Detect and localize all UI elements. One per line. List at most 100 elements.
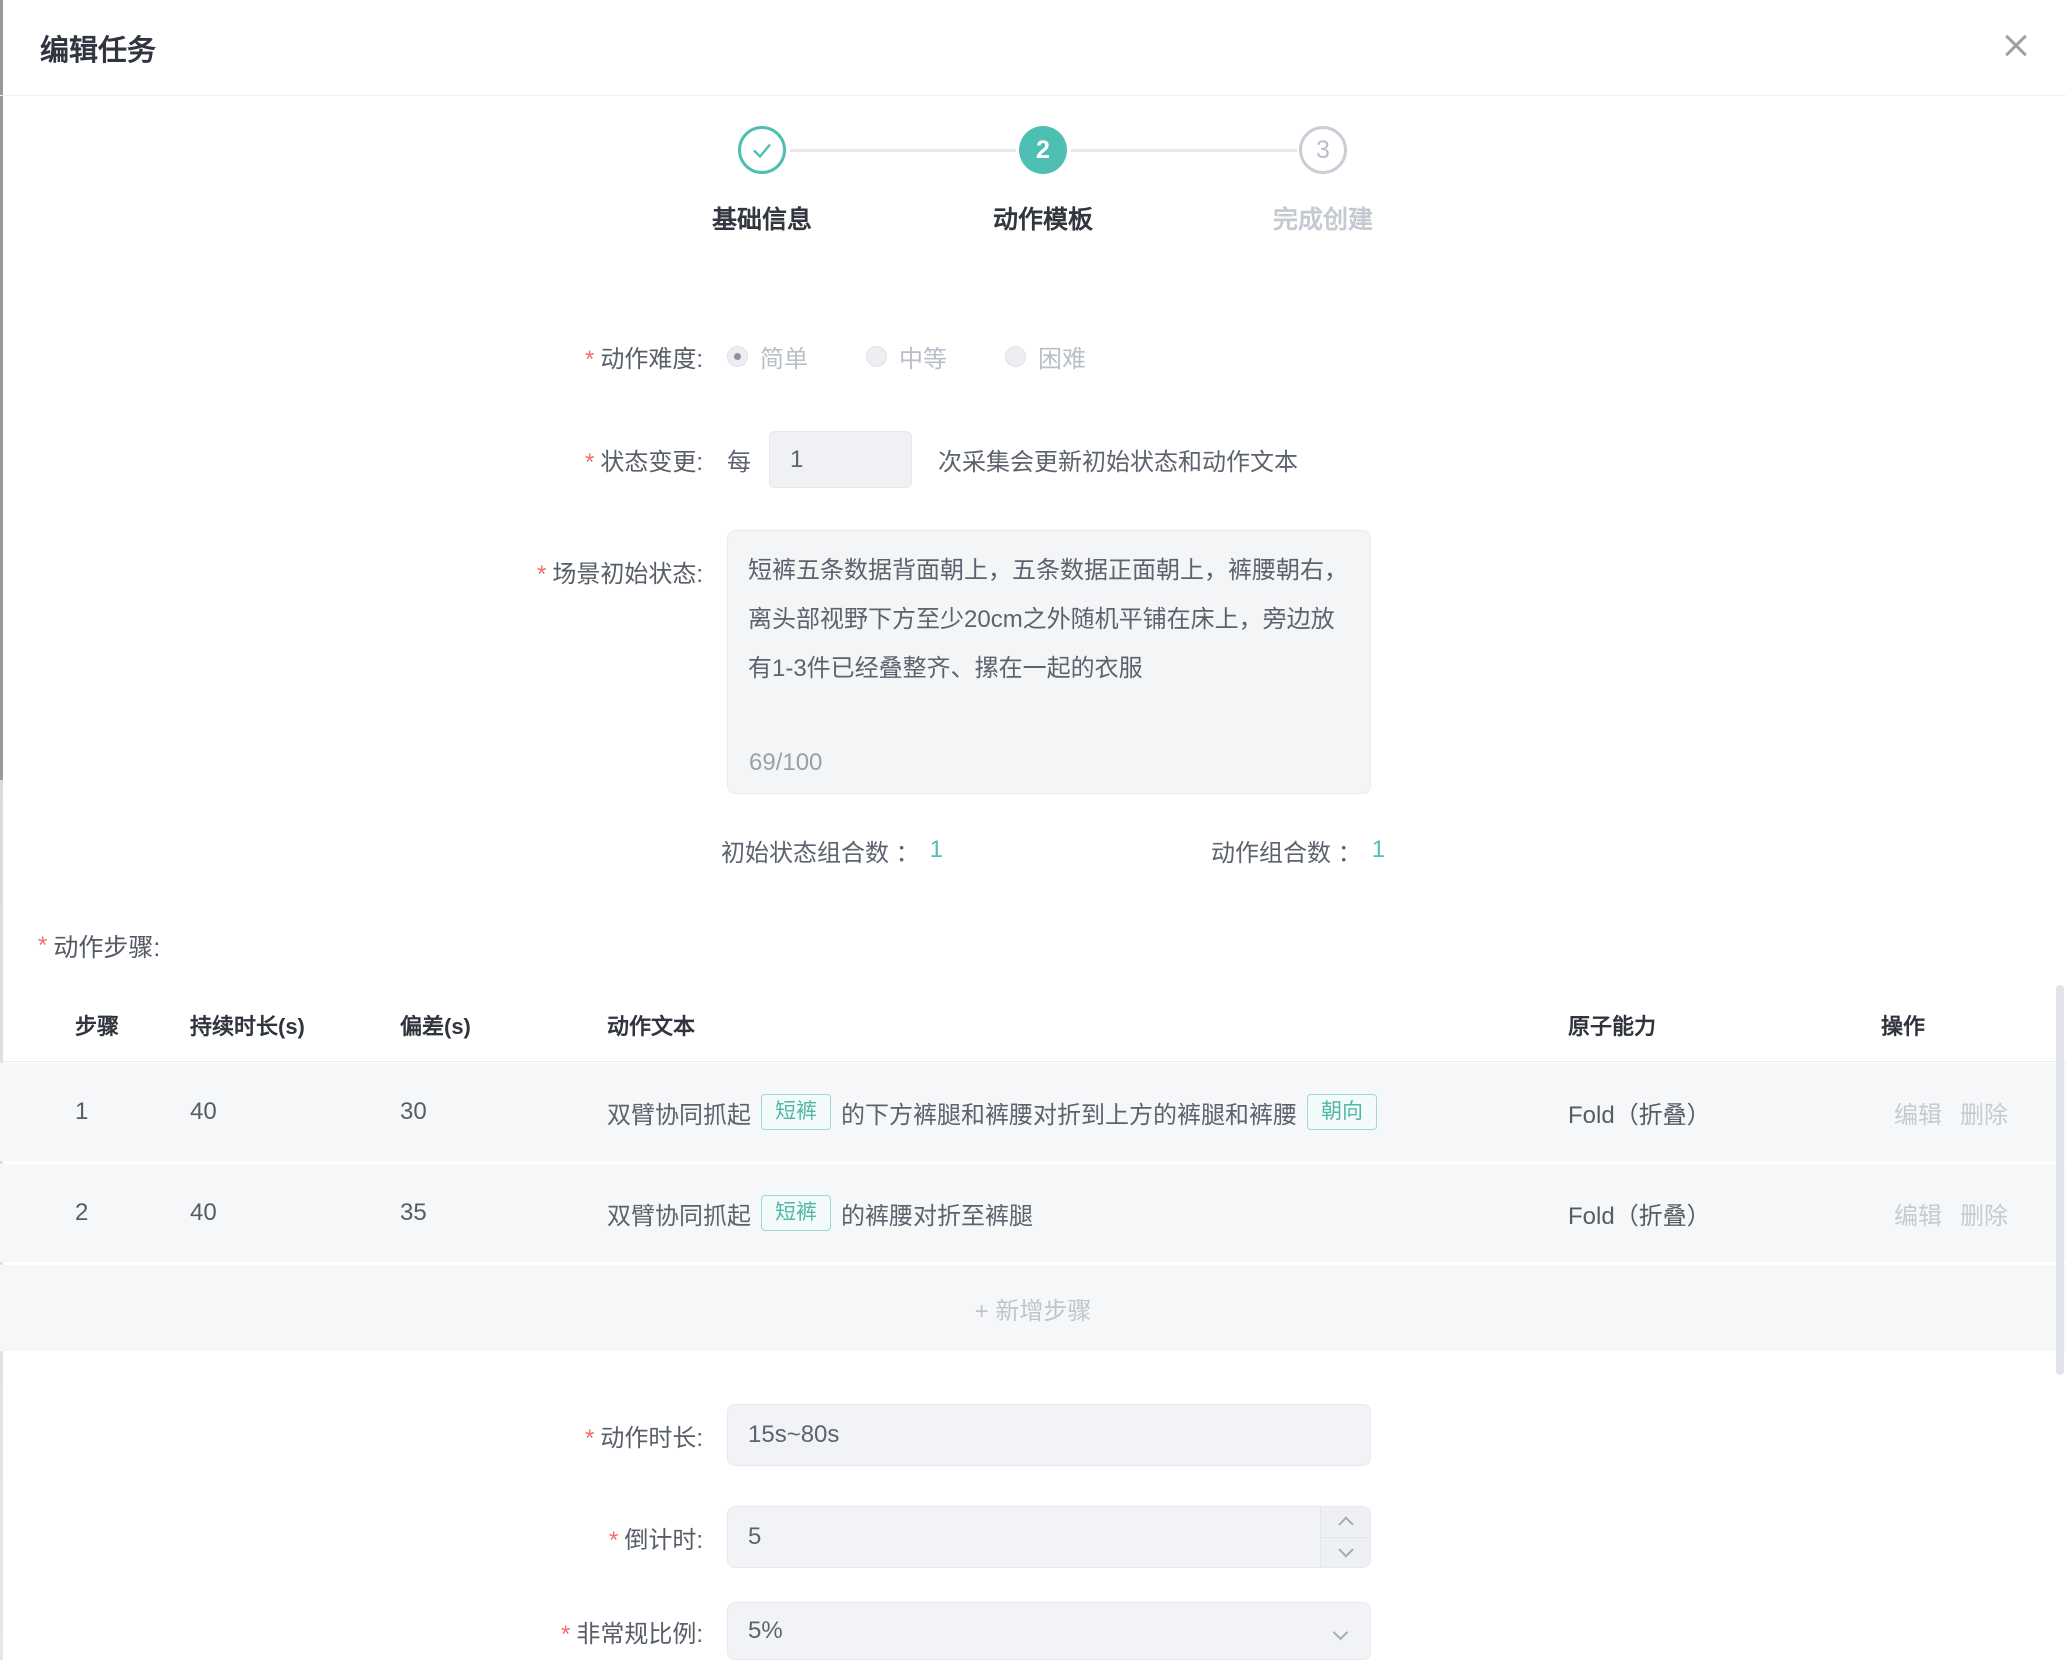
state-change-input[interactable]: [769, 431, 912, 488]
table-row: 24035双臂协同抓起短裤的裤腰对折至裤腿Fold（折叠）编辑删除: [0, 1164, 2066, 1262]
radio-selected-icon: [727, 346, 748, 367]
difficulty-radio-3[interactable]: 困难: [1005, 339, 1086, 374]
unusual-ratio-label: *非常规比例:: [0, 1614, 703, 1649]
countdown-input[interactable]: [727, 1506, 1371, 1568]
step-connector: [1071, 149, 1297, 152]
table-row: 14030双臂协同抓起短裤的下方裤腿和裤腰对折到上方的裤腿和裤腰朝向Fold（折…: [0, 1063, 2066, 1161]
required-asterisk: *: [38, 932, 47, 960]
unusual-ratio-value: 5%: [748, 1603, 783, 1659]
chevron-down-icon: [1338, 1542, 1354, 1558]
required-asterisk: *: [609, 1527, 618, 1554]
stepper: 基础信息 2 动作模板 3 完成创建: [0, 126, 2066, 256]
difficulty-radio-1[interactable]: 简单: [727, 339, 808, 374]
action-text-cell: 双臂协同抓起短裤的裤腰对折至裤腿: [607, 1195, 1568, 1231]
action-text: 双臂协同抓起: [607, 1095, 751, 1130]
state-change-suffix: 次采集会更新初始状态和动作文本: [938, 442, 1298, 477]
edit-link[interactable]: 编辑: [1894, 1095, 1942, 1130]
step-number-cell: 1: [75, 1098, 190, 1126]
add-step-row: + 新增步骤: [0, 1265, 2066, 1351]
action-duration-label: *动作时长:: [0, 1418, 703, 1453]
step-indicator-1: [738, 126, 786, 174]
radio-icon: [1005, 346, 1026, 367]
initial-combos-value: 1: [930, 836, 943, 864]
edit-task-dialog: 编辑任务 基础信息 2 动作模板 3 完成创建 *动作难度: 简单 中等 困难 *状态变更:…: [0, 0, 2066, 1660]
delete-link[interactable]: 删除: [1960, 1196, 2008, 1231]
entity-tag: 短裤: [761, 1195, 831, 1231]
required-asterisk: *: [585, 1425, 594, 1452]
step-label-1: 基础信息: [652, 200, 872, 236]
required-asterisk: *: [537, 561, 546, 588]
state-change-row: *状态变更: 每 次采集会更新初始状态和动作文本: [0, 431, 2066, 488]
scene-state-label: *场景初始状态:: [0, 530, 703, 589]
operations-cell: 编辑删除: [1881, 1095, 2066, 1130]
action-combos-label: 动作组合数 ：: [1211, 833, 1362, 868]
state-change-label: *状态变更:: [0, 442, 703, 477]
column-header: 原子能力: [1568, 1009, 1881, 1041]
entity-tag: 朝向: [1307, 1094, 1377, 1130]
add-step-button[interactable]: + 新增步骤: [975, 1291, 1092, 1326]
duration-cell: 40: [190, 1199, 400, 1227]
scene-state-textarea[interactable]: 短裤五条数据背面朝上，五条数据正面朝上，裤腰朝右，离头部视野下方至少20cm之外…: [727, 530, 1371, 794]
action-text: 的裤腰对折至裤腿: [841, 1196, 1033, 1231]
radio-label: 简单: [760, 339, 808, 374]
required-asterisk: *: [561, 1621, 570, 1648]
atomic-ability-cell: Fold（折叠）: [1568, 1095, 1881, 1130]
column-header: 偏差(s): [400, 1009, 607, 1041]
step-label-2: 动作模板: [933, 200, 1153, 236]
unusual-ratio-row: *非常规比例: 5%: [0, 1602, 2066, 1660]
entity-tag: 短裤: [761, 1094, 831, 1130]
column-header: 操作: [1881, 1009, 2066, 1041]
deviation-cell: 30: [400, 1098, 607, 1126]
required-asterisk: *: [585, 449, 594, 476]
step-indicator-3: 3: [1299, 126, 1347, 174]
action-text: 的下方裤腿和裤腰对折到上方的裤腿和裤腰: [841, 1095, 1297, 1130]
duration-cell: 40: [190, 1098, 400, 1126]
step-indicator-2: 2: [1019, 126, 1067, 174]
check-icon: [751, 142, 773, 159]
state-change-prefix: 每: [727, 442, 751, 477]
chevron-up-icon: [1338, 1516, 1354, 1532]
combo-counts-row: 初始状态组合数 ： 1 动作组合数 ： 1: [0, 830, 2066, 870]
unusual-ratio-select[interactable]: 5%: [727, 1602, 1371, 1660]
dialog-header: 编辑任务: [0, 0, 2066, 96]
steps-table-header: 步骤持续时长(s)偏差(s)动作文本原子能力操作: [0, 988, 2066, 1062]
column-header: 动作文本: [607, 1009, 1568, 1041]
step-number-cell: 2: [75, 1199, 190, 1227]
scrollbar-thumb[interactable]: [2056, 985, 2064, 1375]
action-text-cell: 双臂协同抓起短裤的下方裤腿和裤腰对折到上方的裤腿和裤腰朝向: [607, 1094, 1568, 1130]
action-steps-label: *动作步骤:: [38, 928, 160, 964]
operations-cell: 编辑删除: [1881, 1196, 2066, 1231]
dialog-title: 编辑任务: [40, 27, 156, 69]
scene-state-text: 短裤五条数据背面朝上，五条数据正面朝上，裤腰朝右，离头部视野下方至少20cm之外…: [748, 546, 1350, 693]
delete-link[interactable]: 删除: [1960, 1095, 2008, 1130]
stepper-down-button[interactable]: [1320, 1538, 1370, 1568]
difficulty-radio-2[interactable]: 中等: [866, 339, 947, 374]
action-combos-value: 1: [1372, 836, 1385, 864]
close-button[interactable]: [1998, 28, 2034, 64]
required-asterisk: *: [585, 346, 594, 373]
action-duration-row: *动作时长:: [0, 1404, 2066, 1466]
step-connector: [790, 149, 1016, 152]
atomic-ability-cell: Fold（折叠）: [1568, 1196, 1881, 1231]
countdown-stepper: [1320, 1507, 1370, 1567]
edit-link[interactable]: 编辑: [1894, 1196, 1942, 1231]
scene-state-row: *场景初始状态: 短裤五条数据背面朝上，五条数据正面朝上，裤腰朝右，离头部视野下…: [0, 530, 2066, 794]
deviation-cell: 35: [400, 1199, 607, 1227]
action-duration-input[interactable]: [727, 1404, 1371, 1466]
chevron-down-icon: [1333, 1625, 1349, 1641]
radio-label: 中等: [899, 339, 947, 374]
steps-table-body: 14030双臂协同抓起短裤的下方裤腿和裤腰对折到上方的裤腿和裤腰朝向Fold（折…: [0, 1063, 2066, 1351]
column-header: 持续时长(s): [190, 1009, 400, 1041]
radio-icon: [866, 346, 887, 367]
difficulty-row: *动作难度: 简单 中等 困难: [0, 336, 2066, 376]
countdown-row: *倒计时:: [0, 1506, 2066, 1568]
countdown-label: *倒计时:: [0, 1520, 703, 1555]
step-label-3: 完成创建: [1213, 200, 1433, 236]
action-text: 双臂协同抓起: [607, 1196, 751, 1231]
char-counter: 69/100: [749, 749, 822, 777]
initial-combos-label: 初始状态组合数 ：: [721, 833, 920, 868]
stepper-up-button[interactable]: [1320, 1507, 1370, 1538]
column-header: 步骤: [75, 1009, 190, 1041]
difficulty-label: *动作难度:: [0, 339, 703, 374]
radio-label: 困难: [1038, 339, 1086, 374]
